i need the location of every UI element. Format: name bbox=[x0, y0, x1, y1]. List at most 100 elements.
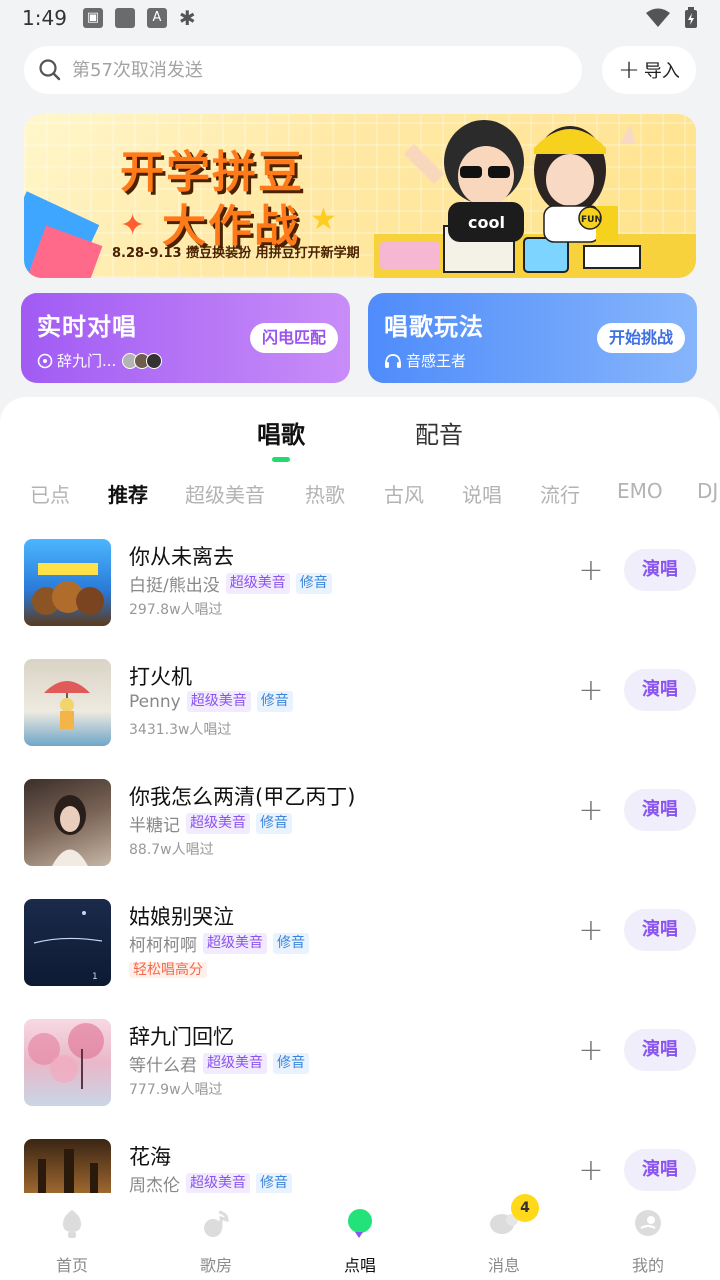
song-meta: Penny 超级美音 修音 bbox=[129, 691, 293, 712]
nav-label: 首页 bbox=[55, 1256, 88, 1275]
category-tabs: 已点 推荐 超级美音 热歌 古风 说唱 流行 EMO DJ bbox=[0, 479, 720, 509]
song-meta: 白挺/熊出没 超级美音 修音 bbox=[129, 571, 332, 596]
cover-art bbox=[52, 795, 88, 866]
tab-sing[interactable]: 唱歌 bbox=[257, 415, 305, 462]
list-item[interactable]: 1 姑娘别哭泣 柯柯柯啊 超级美音 修音 轻松唱高分 + 演唱 bbox=[0, 887, 720, 1007]
home-icon bbox=[63, 1210, 81, 1238]
song-title: 打火机 bbox=[129, 665, 192, 689]
duet-card[interactable]: 实时对唱 辞九门... 闪电匹配 bbox=[21, 293, 350, 383]
category-tab-pop[interactable]: 流行 bbox=[540, 479, 580, 508]
bottom-nav: 首页 歌房 点唱 消息 我的 bbox=[0, 1196, 720, 1280]
add-song-button[interactable]: + bbox=[578, 796, 604, 826]
mic-icon bbox=[348, 1209, 372, 1238]
sing-button[interactable]: 演唱 bbox=[624, 1029, 696, 1071]
song-meta: 周杰伦 超级美音 修音 bbox=[129, 1171, 292, 1193]
song-title: 你我怎么两清(甲乙丙丁) bbox=[129, 785, 356, 809]
nav-item-me[interactable]: 我的 bbox=[576, 1196, 720, 1280]
nav-label: 歌房 bbox=[199, 1256, 232, 1275]
pitch-fix-tag: 修音 bbox=[295, 573, 332, 594]
sing-button[interactable]: 演唱 bbox=[624, 1149, 696, 1191]
add-song-button[interactable]: + bbox=[578, 1036, 604, 1066]
category-tab-ordered[interactable]: 已点 bbox=[30, 479, 70, 508]
category-tab-emo[interactable]: EMO bbox=[617, 479, 663, 503]
cover-art bbox=[32, 563, 104, 615]
category-tab-hot[interactable]: 热歌 bbox=[305, 479, 345, 508]
list-item[interactable]: 你我怎么两清(甲乙丙丁) 半糖记 超级美音 修音 88.7w人唱过 + 演唱 bbox=[0, 767, 720, 887]
list-item[interactable]: 花海 周杰伦 超级美音 修音 + 演唱 bbox=[0, 1127, 720, 1193]
pitch-fix-tag: 修音 bbox=[273, 933, 309, 954]
tab-active-indicator bbox=[272, 457, 290, 462]
search-box[interactable] bbox=[24, 46, 582, 94]
list-item[interactable]: 打火机 Penny 超级美音 修音 3431.3w人唱过 + 演唱 bbox=[0, 647, 720, 767]
sing-button[interactable]: 演唱 bbox=[624, 789, 696, 831]
start-challenge-button[interactable]: 开始挑战 bbox=[596, 323, 685, 353]
song-cover bbox=[24, 779, 111, 866]
font-icon: A bbox=[146, 8, 167, 28]
gameplay-card-subtitle-row: 音感王者 bbox=[384, 350, 681, 371]
category-tab-rap[interactable]: 说唱 bbox=[462, 479, 502, 508]
pitch-fix-tag: 修音 bbox=[256, 691, 293, 712]
category-tab-ancient[interactable]: 古风 bbox=[384, 479, 424, 508]
super-voice-tag: 超级美音 bbox=[186, 691, 251, 712]
sing-count: 88.7w人唱过 bbox=[129, 842, 214, 858]
list-item[interactable]: 辞九门回忆 等什么君 超级美音 修音 777.9w人唱过 + 演唱 bbox=[0, 1007, 720, 1127]
svg-text:1: 1 bbox=[92, 972, 98, 982]
song-title: 花海 bbox=[129, 1145, 171, 1169]
category-tab-super-voice[interactable]: 超级美音 bbox=[185, 479, 265, 508]
avatar bbox=[146, 352, 163, 369]
sing-button[interactable]: 演唱 bbox=[624, 669, 696, 711]
search-input[interactable] bbox=[72, 59, 542, 81]
song-title: 辞九门回忆 bbox=[129, 1025, 234, 1049]
cover-art bbox=[28, 1023, 104, 1089]
song-cover bbox=[24, 659, 111, 746]
add-song-button[interactable]: + bbox=[578, 916, 604, 946]
category-tab-dj[interactable]: DJ bbox=[697, 479, 718, 503]
lightning-match-button[interactable]: 闪电匹配 bbox=[249, 323, 338, 353]
import-button[interactable]: + 导入 bbox=[602, 46, 696, 94]
song-sheet: 唱歌 配音 已点 推荐 超级美音 热歌 古风 说唱 流行 EMO DJ 你从未离… bbox=[0, 397, 720, 1280]
cover-art bbox=[38, 1149, 98, 1193]
song-meta: 半糖记 超级美音 修音 bbox=[129, 811, 292, 836]
song-artist: 半糖记 bbox=[129, 816, 180, 836]
add-song-button[interactable]: + bbox=[578, 1156, 604, 1186]
banner-shirt-text: cool bbox=[468, 213, 505, 232]
song-extra: 轻松唱高分 bbox=[129, 959, 207, 981]
nav-label: 我的 bbox=[631, 1256, 664, 1275]
super-voice-tag: 超级美音 bbox=[186, 813, 250, 834]
song-cover bbox=[24, 1139, 111, 1193]
super-voice-tag: 超级美音 bbox=[225, 573, 290, 594]
category-tab-recommended[interactable]: 推荐 bbox=[108, 479, 148, 508]
banner-badge-text: FUN bbox=[581, 215, 602, 225]
add-song-button[interactable]: + bbox=[578, 556, 604, 586]
gameplay-card[interactable]: 唱歌玩法 音感王者 开始挑战 bbox=[368, 293, 697, 383]
main-tabs: 唱歌 配音 bbox=[0, 415, 720, 462]
sing-count: 777.9w人唱过 bbox=[129, 1082, 223, 1098]
status-bar: 1:49 ▣ A ✱ bbox=[0, 0, 720, 36]
song-cover: 1 bbox=[24, 899, 111, 986]
tab-dubbing-label: 配音 bbox=[415, 421, 463, 449]
profile-icon bbox=[635, 1210, 661, 1236]
duet-card-subtitle: 辞九门... bbox=[57, 352, 117, 370]
sing-button[interactable]: 演唱 bbox=[624, 549, 696, 591]
tab-sing-label: 唱歌 bbox=[257, 421, 305, 449]
super-voice-tag: 超级美音 bbox=[203, 1053, 267, 1074]
promo-banner[interactable]: ✦ ★ 开学拼豆 大作战 8.28-9.13 攒豆换装扮 用拼豆打开新学期 co… bbox=[24, 114, 696, 278]
star-icon: ✦ bbox=[120, 208, 146, 243]
headphones-icon bbox=[385, 353, 401, 368]
add-song-button[interactable]: + bbox=[578, 676, 604, 706]
song-list: 你从未离去 白挺/熊出没 超级美音 修音 297.8w人唱过 + 演唱 打火机 … bbox=[0, 527, 720, 1193]
cover-art: 1 bbox=[33, 911, 103, 982]
list-item[interactable]: 你从未离去 白挺/熊出没 超级美音 修音 297.8w人唱过 + 演唱 bbox=[0, 527, 720, 647]
pitch-fix-tag: 修音 bbox=[273, 1053, 309, 1074]
music-note-icon bbox=[204, 1210, 229, 1237]
song-artist: 柯柯柯啊 bbox=[129, 936, 197, 956]
nav-item-messages[interactable]: 消息 bbox=[432, 1196, 576, 1280]
song-artist: 等什么君 bbox=[129, 1056, 197, 1076]
sing-button[interactable]: 演唱 bbox=[624, 909, 696, 951]
nav-item-song-room[interactable]: 歌房 bbox=[144, 1196, 288, 1280]
tab-dubbing[interactable]: 配音 bbox=[415, 415, 463, 450]
app-icon bbox=[114, 8, 135, 28]
nav-item-sing[interactable]: 点唱 bbox=[288, 1196, 432, 1280]
song-cover bbox=[24, 539, 111, 626]
nav-item-home[interactable]: 首页 bbox=[0, 1196, 144, 1280]
